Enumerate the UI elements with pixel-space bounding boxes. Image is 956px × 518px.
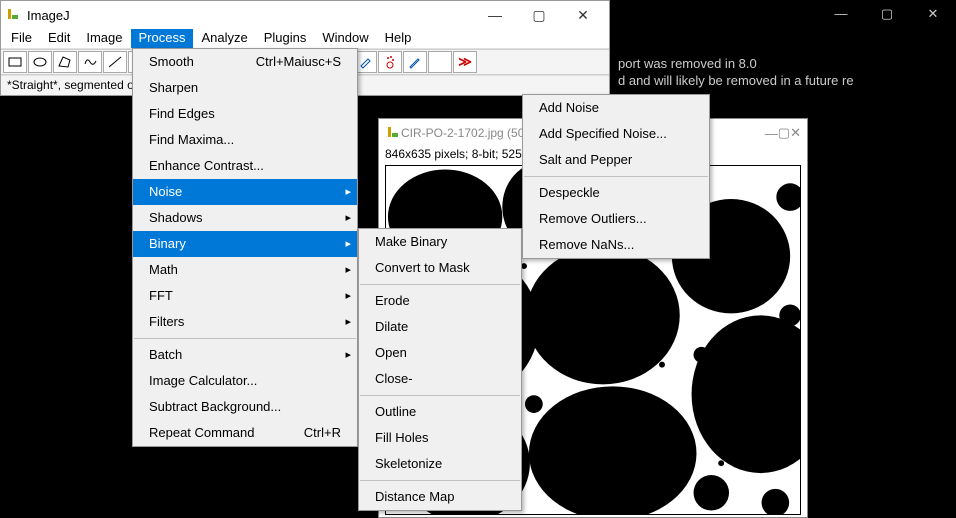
process-enhance-contrast-[interactable]: Enhance Contrast... [133,153,357,179]
process-filters[interactable]: Filters [133,309,357,335]
process-find-edges[interactable]: Find Edges [133,101,357,127]
process-binary[interactable]: Binary [133,231,357,257]
binary-erode[interactable]: Erode [359,288,521,314]
menu-image[interactable]: Image [78,29,130,48]
tool-freehand[interactable] [78,51,102,73]
noise-submenu: Add NoiseAdd Specified Noise...Salt and … [522,94,710,259]
process-image-calculator-[interactable]: Image Calculator... [133,368,357,394]
menu-edit[interactable]: Edit [40,29,78,48]
ij-close[interactable]: ✕ [561,7,605,24]
binary-open[interactable]: Open [359,340,521,366]
process-shadows[interactable]: Shadows [133,205,357,231]
menu-analyze[interactable]: Analyze [193,29,255,48]
process-find-maxima-[interactable]: Find Maxima... [133,127,357,153]
binary-make-binary[interactable]: Make Binary [359,229,521,255]
tool-pencil[interactable] [403,51,427,73]
imagej-title: ImageJ [27,8,473,23]
tool-line[interactable] [103,51,127,73]
menu-window[interactable]: Window [314,29,376,48]
noise-remove-outliers-[interactable]: Remove Outliers... [523,206,709,232]
noise-remove-nans-[interactable]: Remove NaNs... [523,232,709,258]
noise-add-noise[interactable]: Add Noise [523,95,709,121]
imgwin-max[interactable]: ▢ [778,125,790,141]
console-close[interactable]: ✕ [910,0,956,28]
imgwin-close[interactable]: ✕ [790,125,801,141]
menu-file[interactable]: File [3,29,40,48]
tool-spray[interactable] [378,51,402,73]
imagej-icon [385,125,401,141]
tool-blank[interactable] [428,51,452,73]
imgwin-min[interactable]: — [765,126,778,141]
process-math[interactable]: Math [133,257,357,283]
process-subtract-background-[interactable]: Subtract Background... [133,394,357,420]
binary-close-[interactable]: Close- [359,366,521,392]
binary-convert-to-mask[interactable]: Convert to Mask [359,255,521,281]
console-output: port was removed in 8.0 d and will likel… [618,56,854,90]
binary-dilate[interactable]: Dilate [359,314,521,340]
console-max[interactable]: ▢ [864,0,910,28]
ij-max[interactable]: ▢ [517,7,561,24]
tool-poly[interactable] [53,51,77,73]
imagej-titlebar[interactable]: ImageJ — ▢ ✕ [1,1,609,29]
console-window-controls: ✕ ▢ — [610,0,956,30]
menubar: FileEditImageProcessAnalyzePluginsWindow… [1,29,609,49]
binary-fill-holes[interactable]: Fill Holes [359,425,521,451]
process-menu: SmoothCtrl+Maiusc+SSharpenFind EdgesFind… [132,48,358,447]
process-batch[interactable]: Batch [133,342,357,368]
process-repeat-command[interactable]: Repeat CommandCtrl+R [133,420,357,446]
noise-salt-and-pepper[interactable]: Salt and Pepper [523,147,709,173]
console-min[interactable]: — [818,0,864,28]
binary-skeletonize[interactable]: Skeletonize [359,451,521,477]
binary-submenu: Make BinaryConvert to Mask ErodeDilateOpe… [358,228,522,511]
process-fft[interactable]: FFT [133,283,357,309]
noise-add-specified-noise-[interactable]: Add Specified Noise... [523,121,709,147]
process-sharpen[interactable]: Sharpen [133,75,357,101]
tool-oval[interactable] [28,51,52,73]
binary-outline[interactable]: Outline [359,399,521,425]
imagej-icon [5,7,21,23]
noise-despeckle[interactable]: Despeckle [523,180,709,206]
tool-rect[interactable] [3,51,27,73]
ij-min[interactable]: — [473,7,517,23]
process-noise[interactable]: Noise [133,179,357,205]
menu-process[interactable]: Process [131,29,194,48]
menu-plugins[interactable]: Plugins [256,29,315,48]
tool-run[interactable]: ≫ [453,51,477,73]
binary-distance-map[interactable]: Distance Map [359,484,521,510]
menu-help[interactable]: Help [377,29,420,48]
process-smooth[interactable]: SmoothCtrl+Maiusc+S [133,49,357,75]
